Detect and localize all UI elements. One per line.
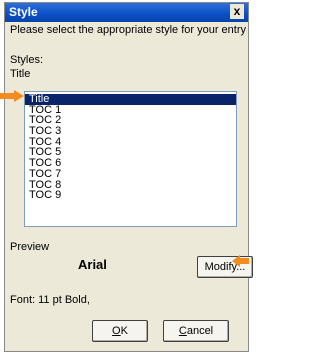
- styles-listbox[interactable]: Title TOC 1 TOC 2 TOC 3 TOC 4 TOC 5 TOC 6 TOC 7…: [24, 91, 237, 227]
- left-arrow-icon: [0, 90, 24, 102]
- ok-suffix: K: [120, 325, 128, 337]
- font-description: Font: 11 pt Bold,: [10, 294, 90, 306]
- cancel-button[interactable]: Cancel: [163, 320, 229, 342]
- close-button[interactable]: x: [230, 4, 244, 19]
- styles-list: Title TOC 1 TOC 2 TOC 3 TOC 4 TOC 5 TOC 6 TOC 7…: [25, 92, 236, 201]
- title-bar[interactable]: Style x: [5, 3, 248, 22]
- ok-button[interactable]: OK: [92, 320, 148, 342]
- preview-font-name: Arial: [78, 257, 107, 272]
- current-style-label: Title: [10, 68, 31, 80]
- style-list-item[interactable]: TOC 9: [25, 190, 236, 201]
- window-title: Style: [9, 5, 38, 19]
- preview-label: Preview: [10, 241, 50, 253]
- right-arrow-icon: [232, 255, 249, 267]
- ok-accel: O: [112, 325, 121, 337]
- styles-label: Styles:: [10, 54, 44, 66]
- cancel-suffix: ancel: [186, 325, 214, 337]
- style-list-item[interactable]: TOC 7: [25, 168, 236, 180]
- cancel-accel: C: [178, 325, 187, 337]
- instruction-text: Please select the appropriate style for …: [10, 24, 247, 36]
